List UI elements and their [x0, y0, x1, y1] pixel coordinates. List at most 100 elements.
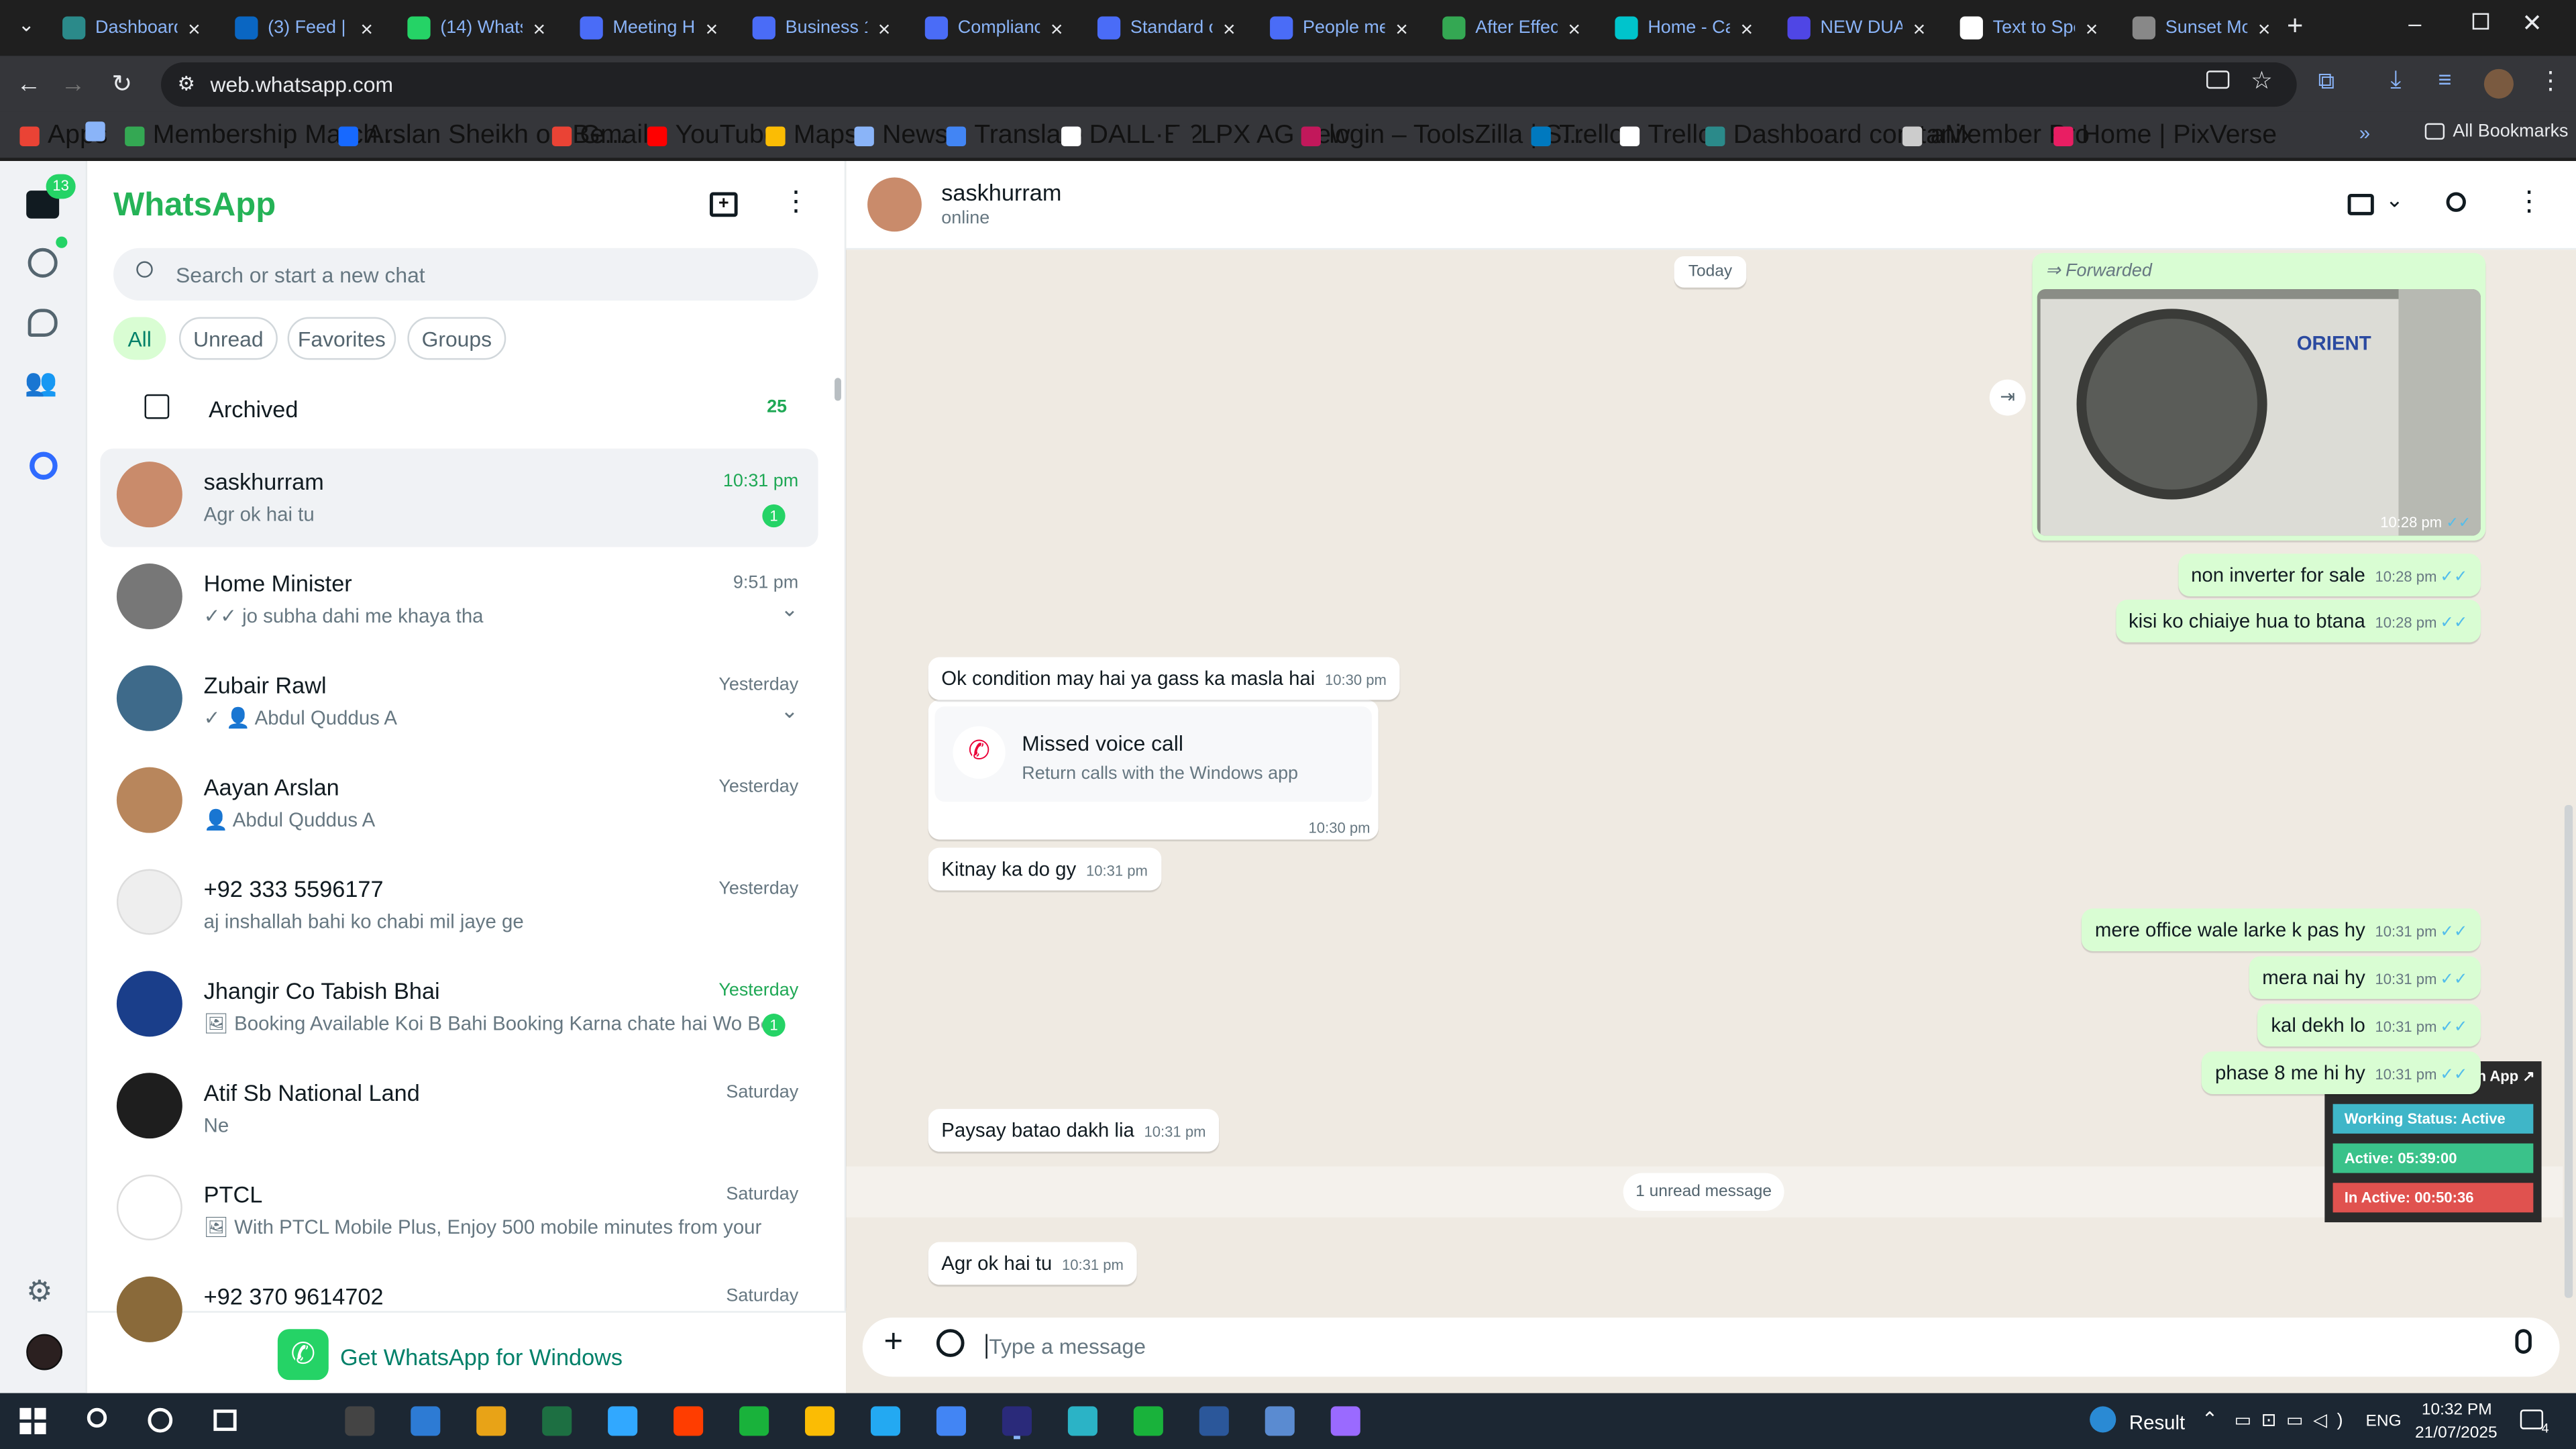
new-chat-icon[interactable]: +: [709, 192, 738, 217]
weather-icon[interactable]: [2090, 1406, 2116, 1433]
photoshop-icon[interactable]: [674, 1406, 704, 1436]
close-tab-icon[interactable]: ×: [1395, 15, 1408, 40]
video-call-icon[interactable]: [2347, 193, 2374, 215]
site-info-icon[interactable]: ⚙: [177, 72, 195, 95]
chat-row[interactable]: +92 333 5596177 aj inshallah bahi ko chab…: [100, 856, 818, 955]
message-bubble[interactable]: Agr ok hai tu 10:31 pm: [928, 1242, 1137, 1285]
message-bubble[interactable]: phase 8 me hi hy 10:31 pm ✓✓: [2202, 1051, 2481, 1095]
profile-avatar[interactable]: [2483, 68, 2514, 99]
notification-icon[interactable]: [2520, 1409, 2544, 1430]
bookmark-item[interactable]: Gmail: [551, 121, 649, 151]
app-green-icon[interactable]: [805, 1406, 835, 1436]
app-teal-icon[interactable]: [1133, 1406, 1163, 1436]
close-tab-icon[interactable]: ×: [878, 15, 891, 40]
browser-tab[interactable]: After Effec ×: [1430, 5, 1594, 51]
reload-button[interactable]: ↻: [112, 69, 133, 99]
search-box[interactable]: Search or start a new chat: [113, 248, 818, 301]
message-bubble[interactable]: Ok condition may hai ya gass ka masla ha…: [928, 657, 1400, 700]
close-tab-icon[interactable]: ×: [1568, 15, 1580, 40]
terminal-icon[interactable]: [411, 1406, 441, 1436]
message-bubble[interactable]: Kitnay ka do gy 10:31 pm: [928, 847, 1161, 891]
archived-row[interactable]: Archived 25: [100, 383, 818, 435]
close-tab-icon[interactable]: ×: [2086, 15, 2098, 40]
communities-nav-icon[interactable]: 👥: [25, 366, 58, 399]
pen-app-icon[interactable]: [345, 1406, 375, 1436]
contact-avatar[interactable]: [867, 177, 922, 232]
browser-tab[interactable]: (3) Feed | L ×: [222, 5, 386, 51]
browser-tab[interactable]: (14) Whats ×: [394, 5, 559, 51]
search-chat-icon[interactable]: [2446, 192, 2466, 212]
close-window-button[interactable]: ✕: [2522, 8, 2542, 38]
app-green2-icon[interactable]: [1199, 1406, 1229, 1436]
new-tab-button[interactable]: +: [2287, 10, 2316, 43]
address-bar[interactable]: ⚙ web.whatsapp.com: [161, 62, 2297, 107]
chevron-down-icon[interactable]: ⌄: [781, 698, 799, 724]
contact-name[interactable]: saskhurram: [941, 179, 1061, 205]
message-bubble[interactable]: non inverter for sale 10:28 pm ✓✓: [2178, 553, 2481, 596]
bookmark-item[interactable]: Trello: [1619, 121, 1713, 151]
message-bubble[interactable]: kal dekh lo 10:31 pm ✓✓: [2257, 1004, 2481, 1047]
browser-tab[interactable]: Business 1 ×: [739, 5, 904, 51]
bookmark-item[interactable]: News: [854, 121, 948, 151]
browser-tab[interactable]: Complianc ×: [912, 5, 1076, 51]
chat-menu-icon[interactable]: ⋮: [2515, 186, 2543, 219]
chevron-down-icon[interactable]: ⌄: [781, 596, 799, 623]
browser-tab[interactable]: Standard o ×: [1084, 5, 1248, 51]
chat-row[interactable]: PTCL 🖼 With PTCL Mobile Plus, Enjoy 500 m…: [100, 1161, 818, 1260]
image-message[interactable]: ⇒ Forwarded ORIENT 10:28 pm ✓✓: [2032, 253, 2486, 541]
bookmark-item[interactable]: Home | PixVerse: [2053, 121, 2277, 151]
illustrator-icon[interactable]: [739, 1406, 769, 1436]
bookmark-item[interactable]: YouTube: [647, 121, 779, 151]
task-view-icon[interactable]: [213, 1409, 237, 1432]
excel-icon[interactable]: [608, 1406, 638, 1436]
file-explorer-icon[interactable]: [542, 1406, 572, 1436]
close-tab-icon[interactable]: ×: [1913, 15, 1926, 40]
windows-start-icon[interactable]: [19, 1407, 46, 1434]
weather-label[interactable]: Result: [2129, 1411, 2185, 1434]
word-icon[interactable]: [1265, 1406, 1295, 1436]
chat-row[interactable]: saskhurram Agr ok hai tu 10:31 pm 1: [100, 448, 818, 547]
back-button[interactable]: ←: [16, 70, 41, 99]
filter-unread[interactable]: Unread: [178, 317, 278, 360]
restore-button[interactable]: [2472, 13, 2489, 30]
filter-groups[interactable]: Groups: [407, 317, 506, 360]
chat-row[interactable]: Aayan Arslan 👤 Abdul Quddus A Yesterday: [100, 754, 818, 853]
bookmark-star-icon[interactable]: ☆: [2251, 66, 2273, 95]
close-tab-icon[interactable]: ×: [1223, 15, 1236, 40]
bookmark-item[interactable]: Maps: [765, 121, 858, 151]
attach-plus-icon[interactable]: +: [884, 1324, 904, 1362]
status-nav-icon[interactable]: [28, 248, 58, 278]
message-bubble[interactable]: kisi ko chiaiye hua to btana 10:28 pm ✓✓: [2115, 599, 2481, 643]
ac-unit-image[interactable]: ORIENT 10:28 pm ✓✓: [2037, 289, 2481, 536]
browser-tab[interactable]: Text to Spe ×: [1947, 5, 2111, 51]
bookmark-item[interactable]: [85, 121, 105, 142]
clock-time[interactable]: 10:32 PM: [2422, 1401, 2492, 1419]
message-bubble[interactable]: Paysay batao dakh lia 10:31 pm: [928, 1109, 1220, 1152]
chat-row[interactable]: Zubair Rawl ✓ 👤 Abdul Quddus A Yesterday ⌄: [100, 652, 818, 751]
channels-nav-icon[interactable]: [28, 309, 58, 337]
minimize-button[interactable]: –: [2408, 10, 2434, 36]
clock-date[interactable]: 21/07/2025: [2415, 1424, 2498, 1442]
browser-tab[interactable]: Sunset Mo ×: [2119, 5, 2284, 51]
close-tab-icon[interactable]: ×: [1740, 15, 1753, 40]
install-app-icon[interactable]: [2206, 70, 2230, 89]
chat-row[interactable]: Home Minister ✓✓ jo subha dahi me khaya t…: [100, 550, 818, 649]
emoji-sticker-icon[interactable]: [936, 1329, 965, 1357]
menu-icon[interactable]: ⋮: [782, 186, 810, 219]
chat-scrollbar[interactable]: [2564, 805, 2573, 1298]
more-bookmarks-icon[interactable]: »: [2359, 121, 2370, 144]
vscode-icon[interactable]: [936, 1406, 967, 1436]
forward-icon[interactable]: ⇥: [1989, 379, 2026, 416]
search-input[interactable]: Search or start a new chat: [176, 263, 425, 288]
browser-tab[interactable]: NEW DUA ×: [1774, 5, 1939, 51]
chat-list-scrollbar[interactable]: [835, 378, 841, 401]
meta-ai-icon[interactable]: [30, 451, 58, 480]
browser-tab[interactable]: People me ×: [1256, 5, 1421, 51]
microphone-icon[interactable]: [2515, 1329, 2532, 1354]
language-indicator[interactable]: ENG: [2366, 1413, 2402, 1431]
profile-photo[interactable]: [26, 1334, 63, 1371]
browser-tab[interactable]: Home - Ca ×: [1602, 5, 1766, 51]
zoom-icon[interactable]: [476, 1406, 506, 1436]
chevron-down-icon[interactable]: ⌄: [2385, 187, 2404, 213]
close-tab-icon[interactable]: ×: [188, 15, 201, 40]
